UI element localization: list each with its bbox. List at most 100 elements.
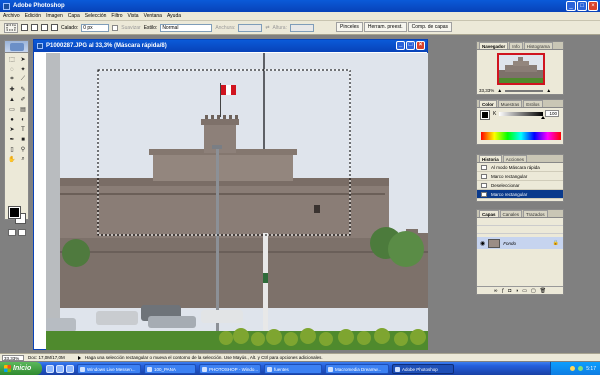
tray-icon[interactable] [578,366,584,371]
eye-icon[interactable]: ◉ [480,240,485,247]
task-button[interactable]: PHOTOSHOP - Windo... [199,363,261,374]
maximize-button[interactable]: □ [577,1,587,11]
move-tool-icon[interactable]: ➤ [18,55,28,64]
task-button[interactable]: 100_PANA [144,363,196,374]
hand-tool-icon[interactable]: ✋ [7,155,17,164]
tab-styles[interactable]: Estilos [523,100,543,107]
type-tool-icon[interactable]: T [18,125,28,134]
history-item[interactable]: Marco rectangular [477,172,563,181]
feather-input[interactable]: 0 px [81,23,110,32]
magic-wand-icon[interactable]: ✦ [18,65,28,74]
zoom-out-icon[interactable]: ▲ [497,88,502,94]
start-button[interactable]: Inicio [0,362,42,375]
subtract-selection-icon[interactable] [41,24,48,31]
history-item[interactable]: Al modo Máscara rápida [477,163,563,172]
media-icon[interactable] [56,364,64,373]
zoom-slider[interactable] [505,89,544,92]
status-menu-arrow-icon[interactable] [78,355,81,360]
add-selection-icon[interactable] [31,24,38,31]
foreground-color-swatch[interactable] [8,206,21,219]
menu-seleccion[interactable]: Selección [85,13,107,19]
close-button[interactable]: × [588,1,598,11]
new-selection-icon[interactable] [21,24,28,31]
shape-tool-icon[interactable]: ■ [18,135,28,144]
color-k-input[interactable]: 100 [545,110,559,117]
pen-tool-icon[interactable]: ✒ [7,135,17,144]
layer-comps-tab[interactable]: Comp. de capas [407,22,453,32]
clone-stamp-icon[interactable]: ▲ [7,95,17,104]
link-icon[interactable]: ∞ [494,288,498,294]
status-zoom[interactable]: 33,33% [2,354,24,361]
zoom-in-icon[interactable]: ▲ [546,88,551,94]
path-select-icon[interactable]: ➤ [7,125,17,134]
task-button[interactable]: Windows Live Messen... [77,363,141,374]
blur-tool-icon[interactable]: ● [7,115,17,124]
ie-icon[interactable] [46,364,54,373]
eraser-tool-icon[interactable]: ▭ [7,105,17,114]
fx-icon[interactable]: ƒ [501,288,504,294]
intersect-selection-icon[interactable] [51,24,58,31]
tab-swatches[interactable]: Muestras [497,100,523,107]
slice-tool-icon[interactable]: ⟋ [18,75,28,84]
tab-layers[interactable]: Capas [479,210,499,217]
color-fg-swatch[interactable] [480,110,490,120]
minimize-button[interactable]: _ [566,1,576,11]
brushes-tab[interactable]: Pinceles [336,22,363,32]
task-button-active[interactable]: Adobe Photoshop [392,363,454,374]
layer-name[interactable]: Fondo [503,241,516,246]
tool-presets-tab[interactable]: Herram. preest. [363,22,407,32]
desktop-icon[interactable] [66,364,74,373]
antialias-checkbox[interactable] [112,24,119,31]
doc-minimize-button[interactable]: _ [396,41,405,50]
zoom-tool-icon[interactable]: ⌕ [18,155,28,164]
tab-paths[interactable]: Trazados [523,210,548,217]
brush-tool-icon[interactable]: ✎ [18,85,28,94]
doc-close-button[interactable]: × [416,41,425,50]
mask-icon[interactable]: ◘ [508,288,511,294]
doc-maximize-button[interactable]: □ [406,41,415,50]
style-select[interactable]: Normal [160,23,213,32]
folder-icon[interactable]: ▭ [522,288,527,294]
gradient-tool-icon[interactable]: ▤ [18,105,28,114]
image-canvas[interactable] [46,53,428,350]
notes-tool-icon[interactable]: ▯ [7,145,17,154]
navigator-thumbnail[interactable] [497,53,545,85]
new-layer-icon[interactable]: ▢ [531,288,536,294]
swap-icon[interactable]: ⇄ [265,25,269,31]
color-k-slider[interactable] [499,112,543,116]
menu-filtro[interactable]: Filtro [111,13,122,19]
crop-tool-icon[interactable]: ⌗ [7,75,17,84]
menu-imagen[interactable]: Imagen [46,13,63,19]
tab-histogram[interactable]: Histograma [523,42,553,49]
task-button[interactable]: Macromedia Dreamw... [325,363,389,374]
adjustment-icon[interactable]: ◑ [515,288,518,294]
menu-ayuda[interactable]: Ayuda [167,13,181,19]
tab-channels[interactable]: Canales [499,210,523,217]
feather-logo-icon[interactable] [10,43,24,51]
standard-mode-icon[interactable] [8,229,16,236]
trash-icon[interactable]: 🗑 [540,288,546,294]
history-item[interactable]: Deseleccionar [477,181,563,190]
tab-history[interactable]: Historia [479,155,502,162]
layer-row[interactable]: ◉ Fondo 🔒 [477,237,563,249]
quickmask-mode-icon[interactable] [18,229,26,236]
width-input[interactable] [238,23,263,32]
history-brush-icon[interactable]: ✐ [18,95,28,104]
menu-edicion[interactable]: Edición [25,13,41,19]
color-ramp[interactable] [481,132,561,140]
tab-color[interactable]: Color [479,100,497,107]
menu-vista[interactable]: Vista [128,13,139,19]
tab-navigator[interactable]: Navegador [479,42,509,49]
eyedropper-icon[interactable]: ⚲ [18,145,28,154]
marquee-preset-icon[interactable] [4,22,18,33]
menu-archivo[interactable]: Archivo [3,13,20,19]
healing-brush-icon[interactable]: ✚ [7,85,17,94]
marquee-tool-icon[interactable]: ⬚ [7,55,17,64]
navigator-zoom-value[interactable]: 33,33% [479,88,494,93]
dodge-tool-icon[interactable]: ◐ [18,115,28,124]
menu-capa[interactable]: Capa [68,13,80,19]
task-button[interactable]: fuentes [264,363,322,374]
menu-ventana[interactable]: Ventana [144,13,162,19]
history-item[interactable]: Marco rectangular [477,190,563,199]
tab-actions[interactable]: Acciones [502,155,528,162]
